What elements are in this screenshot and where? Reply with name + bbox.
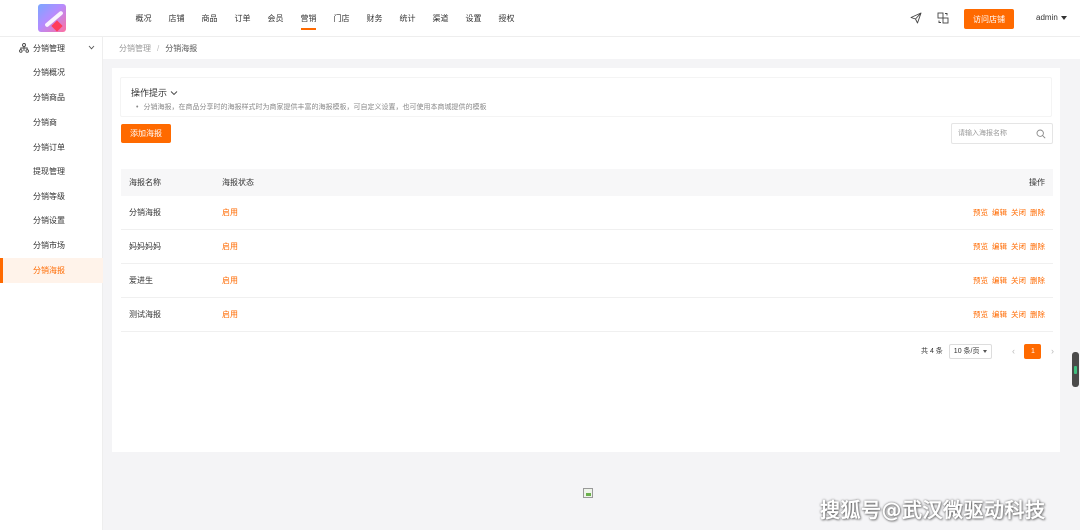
- header-status: 海报状态: [222, 178, 254, 187]
- page-size-value: 10 条/页: [953, 348, 980, 355]
- chevron-down-icon: [88, 45, 95, 50]
- scrollbar-thumb[interactable]: [1072, 352, 1079, 387]
- breadcrumb-current: 分销海报: [165, 43, 198, 53]
- sidebar-item-distributors[interactable]: 分销商: [0, 110, 103, 135]
- nav-item-settings[interactable]: 设置: [457, 0, 490, 37]
- close-link[interactable]: 关闭: [1011, 207, 1026, 218]
- row-ops: 预览 编辑 关闭 删除: [973, 241, 1045, 252]
- nav-item-orders[interactable]: 订单: [226, 0, 259, 37]
- preview-link[interactable]: 预览: [973, 275, 988, 286]
- org-tree-icon: [19, 43, 29, 53]
- delete-link[interactable]: 删除: [1030, 309, 1045, 320]
- close-link[interactable]: 关闭: [1011, 309, 1026, 320]
- sidebar-item-goods[interactable]: 分销商品: [0, 85, 103, 110]
- sidebar-group-header[interactable]: 分销管理: [0, 37, 103, 59]
- tips-toggle[interactable]: 操作提示: [131, 86, 178, 99]
- main-nav: 概况 店铺 商品 订单 会员 营销 门店 财务 统计 渠道 设置 授权: [127, 0, 523, 37]
- sidebar-item-market[interactable]: 分销市场: [0, 233, 103, 258]
- edit-link[interactable]: 编辑: [992, 241, 1007, 252]
- header-ops: 操作: [1029, 178, 1045, 187]
- visit-store-button[interactable]: 访问店铺: [964, 9, 1014, 29]
- nav-item-overview[interactable]: 概况: [127, 0, 160, 37]
- app-logo[interactable]: [38, 4, 66, 32]
- search-box: [951, 123, 1053, 144]
- row-status: 启用: [222, 310, 238, 319]
- preview-link[interactable]: 预览: [973, 309, 988, 320]
- sidebar: 分销管理 分销概况 分销商品 分销商 分销订单 提现管理 分销等级 分销设置 分…: [0, 37, 103, 530]
- edit-link[interactable]: 编辑: [992, 275, 1007, 286]
- row-ops: 预览 编辑 关闭 删除: [973, 207, 1045, 218]
- translate-icon[interactable]: [937, 12, 949, 24]
- delete-link[interactable]: 删除: [1030, 241, 1045, 252]
- edit-link[interactable]: 编辑: [992, 207, 1007, 218]
- row-status: 启用: [222, 208, 238, 217]
- row-status: 启用: [222, 276, 238, 285]
- table-header: 海报名称 海报状态 操作: [121, 169, 1053, 196]
- sidebar-item-withdrawals[interactable]: 提现管理: [0, 159, 103, 184]
- tips-panel: 操作提示 分销海报，在商品分享时的海报样式时为商家提供丰富的海报模板，可自定义设…: [120, 77, 1052, 117]
- nav-item-finance[interactable]: 财务: [358, 0, 391, 37]
- sidebar-group-title: 分销管理: [33, 43, 65, 53]
- caret-down-icon: [983, 349, 988, 353]
- tips-title: 操作提示: [131, 88, 168, 98]
- row-name: 测试海报: [129, 310, 161, 319]
- sidebar-item-overview[interactable]: 分销概况: [0, 60, 103, 85]
- sidebar-item-posters[interactable]: 分销海报: [0, 258, 103, 283]
- next-page-button[interactable]: ›: [1045, 344, 1059, 359]
- preview-link[interactable]: 预览: [973, 207, 988, 218]
- row-ops: 预览 编辑 关闭 删除: [973, 275, 1045, 286]
- row-status: 启用: [222, 242, 238, 251]
- page-scrollbar[interactable]: [1071, 59, 1080, 530]
- table-row: 测试海报 启用 预览 编辑 关闭 删除: [121, 298, 1053, 332]
- chevron-down-icon: [170, 90, 178, 95]
- table-row: 妈妈妈妈 启用 预览 编辑 关闭 删除: [121, 230, 1053, 264]
- delete-link[interactable]: 删除: [1030, 275, 1045, 286]
- breadcrumb-parent[interactable]: 分销管理: [119, 43, 151, 54]
- nav-item-stats[interactable]: 统计: [391, 0, 424, 37]
- prev-page-button[interactable]: ‹: [1006, 344, 1020, 359]
- nav-item-license[interactable]: 授权: [490, 0, 523, 37]
- preview-link[interactable]: 预览: [973, 241, 988, 252]
- delete-link[interactable]: 删除: [1030, 207, 1045, 218]
- sidebar-item-settings[interactable]: 分销设置: [0, 208, 103, 233]
- breadcrumb-separator: /: [157, 43, 160, 53]
- user-menu[interactable]: admin: [1036, 13, 1067, 22]
- search-icon[interactable]: [1036, 129, 1046, 139]
- watermark: 搜狐号@武汉微驱动科技: [820, 498, 1046, 522]
- row-name: 妈妈妈妈: [129, 242, 161, 251]
- close-link[interactable]: 关闭: [1011, 241, 1026, 252]
- broken-image-icon: [583, 488, 593, 498]
- nav-item-marketing[interactable]: 营销: [292, 0, 325, 37]
- close-link[interactable]: 关闭: [1011, 275, 1026, 286]
- paper-plane-icon[interactable]: [910, 12, 922, 24]
- nav-item-channels[interactable]: 渠道: [424, 0, 457, 37]
- row-name: 分销海报: [129, 208, 161, 217]
- poster-table: 海报名称 海报状态 操作 分销海报 启用 预览 编辑 关闭 删除 妈妈妈妈 启用…: [121, 169, 1053, 332]
- nav-item-shops[interactable]: 门店: [325, 0, 358, 37]
- sidebar-item-levels[interactable]: 分销等级: [0, 184, 103, 209]
- nav-item-members[interactable]: 会员: [259, 0, 292, 37]
- pagination: 共 4 条 10 条/页 ‹ 1 ›: [921, 343, 1059, 359]
- nav-item-store[interactable]: 店铺: [160, 0, 193, 37]
- table-row: 分销海报 启用 预览 编辑 关闭 删除: [121, 196, 1053, 230]
- caret-down-icon: [1060, 15, 1067, 20]
- row-name: 爱进生: [129, 276, 153, 285]
- main-card: 操作提示 分销海报，在商品分享时的海报样式时为商家提供丰富的海报模板，可自定义设…: [112, 68, 1060, 452]
- table-row: 爱进生 启用 预览 编辑 关闭 删除: [121, 264, 1053, 298]
- page-1-button[interactable]: 1: [1024, 343, 1042, 359]
- breadcrumb: 分销管理 / 分销海报: [103, 37, 1080, 59]
- nav-item-goods[interactable]: 商品: [193, 0, 226, 37]
- add-poster-button[interactable]: 添加海报: [121, 124, 171, 143]
- search-input[interactable]: [952, 124, 1032, 143]
- header-name: 海报名称: [129, 178, 161, 187]
- edit-link[interactable]: 编辑: [992, 309, 1007, 320]
- total-count: 共 4 条: [921, 348, 943, 355]
- row-ops: 预览 编辑 关闭 删除: [973, 309, 1045, 320]
- top-bar: 概况 店铺 商品 订单 会员 营销 门店 财务 统计 渠道 设置 授权 访问店铺…: [0, 0, 1080, 37]
- page-size-select[interactable]: 10 条/页: [948, 343, 993, 359]
- sidebar-item-orders[interactable]: 分销订单: [0, 135, 103, 160]
- user-name: admin: [1036, 13, 1058, 22]
- tips-text: 分销海报，在商品分享时的海报样式时为商家提供丰富的海报模板，可自定义设置，也可使…: [136, 102, 486, 112]
